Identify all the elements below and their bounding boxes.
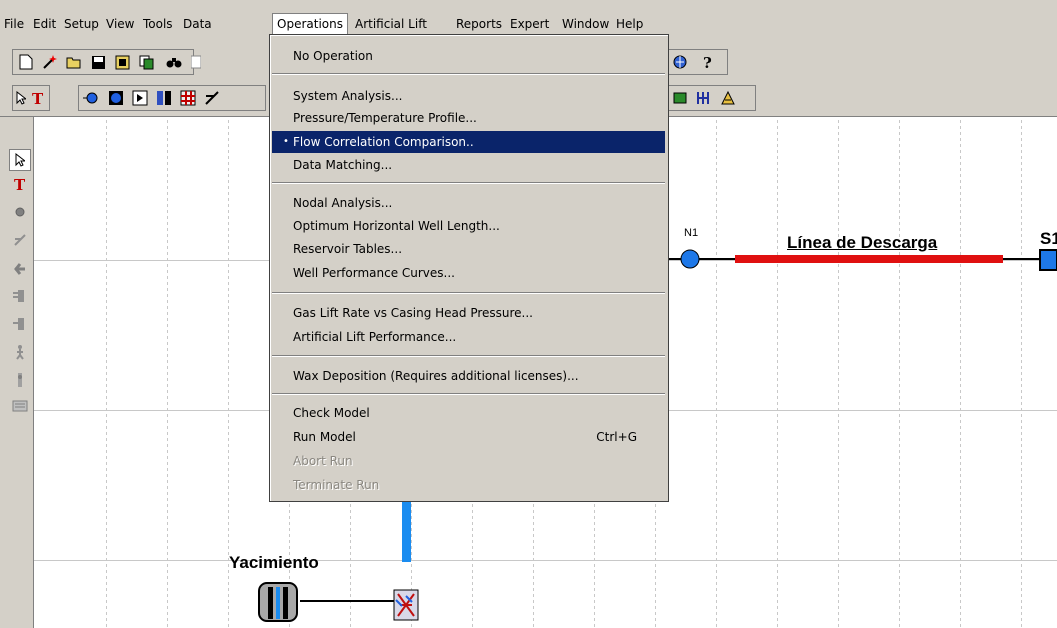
- select-toolbar-group: T: [12, 85, 50, 111]
- menu-separator: [272, 73, 665, 75]
- menu-item-gas-lift-rate[interactable]: Gas Lift Rate vs Casing Head Pressure...: [272, 302, 665, 324]
- svg-text:T: T: [14, 177, 26, 191]
- menu-expert[interactable]: Expert: [506, 14, 553, 34]
- table-icon[interactable]: [185, 52, 207, 72]
- menu-window[interactable]: Window: [558, 14, 613, 34]
- menu-item-no-operation[interactable]: No Operation: [272, 45, 665, 67]
- menu-view[interactable]: View: [102, 14, 138, 34]
- menu-item-abort-run[interactable]: Abort Run: [272, 450, 665, 472]
- menu-item-reservoir-tables[interactable]: Reservoir Tables...: [272, 238, 665, 260]
- menu-separator: [272, 292, 665, 294]
- menu-separator: [272, 393, 665, 395]
- menu-item-wax-deposition[interactable]: Wax Deposition (Requires additional lice…: [272, 365, 665, 387]
- shortcut-label: Ctrl+G: [596, 430, 637, 444]
- find-icon[interactable]: [163, 52, 185, 72]
- source-icon[interactable]: [81, 88, 103, 108]
- choke-icon[interactable]: [201, 88, 223, 108]
- menu-reports[interactable]: Reports: [452, 14, 506, 34]
- menu-separator: [272, 355, 665, 357]
- select-arrow-icon[interactable]: [9, 149, 31, 171]
- save-icon[interactable]: [87, 52, 109, 72]
- node-n1-label: N1: [684, 227, 699, 239]
- menu-separator: [272, 182, 665, 184]
- menu-item-system-analysis[interactable]: System Analysis...: [272, 85, 665, 107]
- menu-item-pressure-temperature-profile[interactable]: Pressure/Temperature Profile...: [272, 107, 665, 129]
- equipment-toolbar-group: [666, 85, 756, 111]
- menu-item-flow-correlation-comparison[interactable]: • Flow Correlation Comparison..: [272, 131, 665, 153]
- menu-item-run-model[interactable]: Run Model Ctrl+G: [272, 426, 665, 448]
- globe-icon[interactable]: [669, 52, 691, 72]
- connector-icon[interactable]: [129, 88, 151, 108]
- node-circle-icon[interactable]: [9, 201, 31, 223]
- menu-item-check-model[interactable]: Check Model: [272, 402, 665, 424]
- menu-setup[interactable]: Setup: [60, 14, 103, 34]
- components-toolbar-group: [78, 85, 266, 111]
- operations-menu: No Operation System Analysis... Pressure…: [269, 34, 669, 502]
- menu-file[interactable]: File: [0, 14, 28, 34]
- man-icon[interactable]: [9, 341, 31, 363]
- menu-item-well-performance-curves[interactable]: Well Performance Curves...: [272, 262, 665, 284]
- text-tool-icon[interactable]: T: [9, 173, 31, 195]
- left-tool-strip: T: [0, 117, 34, 628]
- menu-item-data-matching[interactable]: Data Matching...: [272, 154, 665, 176]
- file-toolbar-group: [12, 49, 201, 75]
- choke-icon[interactable]: [9, 229, 31, 251]
- open-folder-icon[interactable]: [63, 52, 85, 72]
- well-icon[interactable]: [9, 257, 31, 279]
- injection-well-icon[interactable]: [9, 285, 31, 307]
- menu-item-artificial-lift-performance[interactable]: Artificial Lift Performance...: [272, 326, 665, 348]
- new-file-icon[interactable]: [15, 52, 37, 72]
- pump-icon[interactable]: [717, 88, 739, 108]
- wizard-icon[interactable]: [39, 52, 61, 72]
- select-arrow-icon[interactable]: [13, 88, 29, 108]
- compressor-icon[interactable]: [693, 88, 715, 108]
- production-well-icon[interactable]: [9, 313, 31, 335]
- menu-edit[interactable]: Edit: [29, 14, 60, 34]
- menu-item-label: Flow Correlation Comparison..: [293, 135, 474, 149]
- menu-help[interactable]: Help: [612, 14, 647, 34]
- menu-item-terminate-run[interactable]: Terminate Run: [272, 474, 665, 496]
- help-question-icon[interactable]: ?: [697, 52, 719, 72]
- copy-icon[interactable]: [135, 52, 157, 72]
- menu-bar: File Edit Setup View Tools Data Operatio…: [0, 0, 1057, 36]
- pipe-icon[interactable]: [153, 88, 175, 108]
- selected-bullet-icon: •: [283, 136, 289, 147]
- menu-data[interactable]: Data: [179, 14, 216, 34]
- sink-s1-label: S1: [1040, 229, 1057, 248]
- menu-item-optimum-horizontal-well-length[interactable]: Optimum Horizontal Well Length...: [272, 215, 665, 237]
- menu-artificial-lift[interactable]: Artificial Lift: [351, 14, 431, 34]
- print-preview-icon[interactable]: [111, 52, 133, 72]
- reservoir-label: Yacimiento: [229, 553, 319, 572]
- text-tool-icon[interactable]: T: [29, 88, 47, 108]
- menu-item-label: Run Model: [293, 430, 356, 444]
- svg-text:T: T: [32, 91, 44, 105]
- menu-item-nodal-analysis[interactable]: Nodal Analysis...: [272, 192, 665, 214]
- flowline-icon[interactable]: [177, 88, 199, 108]
- flowline-label: Línea de Descarga: [787, 233, 938, 252]
- node-icon[interactable]: [105, 88, 127, 108]
- svg-text:?: ?: [703, 54, 712, 70]
- sink-icon[interactable]: [9, 369, 31, 391]
- keyboard-icon[interactable]: [9, 395, 31, 417]
- menu-tools[interactable]: Tools: [139, 14, 177, 34]
- menu-operations[interactable]: Operations: [272, 13, 348, 34]
- separator-icon[interactable]: [669, 88, 691, 108]
- help-toolbar-group: ?: [666, 49, 728, 75]
